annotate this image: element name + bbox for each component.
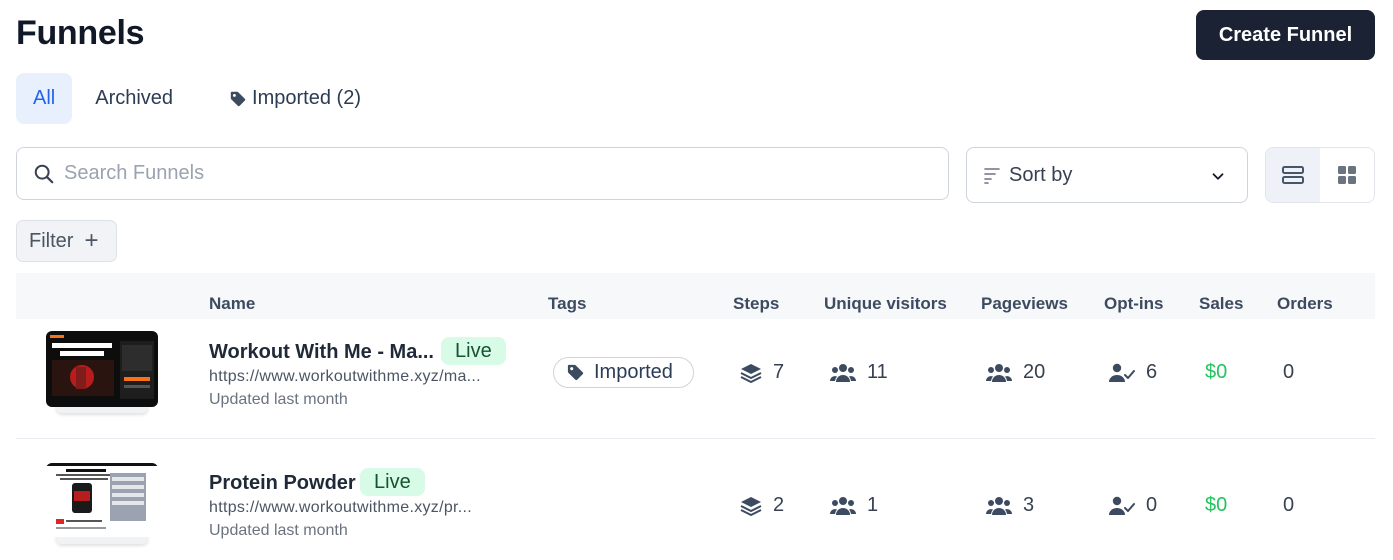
sort-icon bbox=[984, 168, 1000, 184]
orders-value: 0 bbox=[1283, 494, 1295, 516]
filter-button[interactable]: Filter + bbox=[16, 220, 117, 262]
sales-value: $0 bbox=[1205, 361, 1228, 383]
pageviews-cell: 3 bbox=[986, 494, 1034, 517]
tab-imported-label: Imported (2) bbox=[252, 87, 361, 109]
pageviews-cell: 20 bbox=[986, 361, 1045, 384]
tab-imported[interactable]: Imported (2) bbox=[229, 73, 361, 124]
opt-ins-value: 0 bbox=[1146, 494, 1158, 516]
pageviews-value: 3 bbox=[1023, 494, 1035, 516]
layers-icon bbox=[740, 496, 762, 516]
filter-label: Filter bbox=[29, 229, 74, 252]
sort-dropdown[interactable]: Sort by bbox=[966, 147, 1248, 203]
column-orders[interactable]: Orders bbox=[1277, 294, 1333, 314]
list-view-button[interactable] bbox=[1266, 148, 1320, 202]
opt-ins-cell: 6 bbox=[1109, 361, 1157, 384]
search-icon bbox=[34, 164, 54, 183]
users-icon bbox=[830, 363, 856, 382]
funnel-preview-image bbox=[46, 463, 158, 537]
column-sales[interactable]: Sales bbox=[1199, 294, 1243, 314]
funnel-tabs: All Archived Imported (2) bbox=[16, 73, 361, 124]
tag-icon bbox=[230, 91, 246, 106]
users-icon bbox=[830, 496, 856, 515]
unique-visitors-cell: 11 bbox=[830, 361, 888, 384]
grid-view-icon bbox=[1338, 166, 1356, 184]
updated-time: Updated last month bbox=[209, 391, 348, 408]
status-badge: Live bbox=[441, 337, 506, 365]
orders-value: 0 bbox=[1283, 361, 1295, 383]
tag-badge[interactable]: Imported bbox=[553, 357, 694, 388]
users-icon bbox=[986, 363, 1012, 382]
search-input[interactable] bbox=[64, 162, 924, 185]
tag-icon bbox=[567, 364, 584, 381]
tab-all[interactable]: All bbox=[16, 73, 73, 124]
column-tags[interactable]: Tags bbox=[548, 294, 586, 314]
user-check-icon bbox=[1109, 496, 1135, 515]
search-box bbox=[16, 147, 949, 200]
steps-value: 2 bbox=[773, 494, 785, 516]
tab-archived[interactable]: Archived bbox=[95, 73, 173, 124]
view-toggle bbox=[1265, 147, 1375, 203]
sales-value: $0 bbox=[1205, 494, 1228, 516]
steps-value: 7 bbox=[773, 361, 785, 383]
column-opt-ins[interactable]: Opt-ins bbox=[1104, 294, 1164, 314]
unique-visitors-cell: 1 bbox=[830, 494, 878, 517]
opt-ins-cell: 0 bbox=[1109, 494, 1157, 517]
funnel-name[interactable]: Protein Powder bbox=[209, 472, 356, 495]
users-icon bbox=[986, 496, 1012, 515]
chevron-down-icon bbox=[1212, 173, 1224, 180]
list-view-icon bbox=[1282, 166, 1304, 184]
opt-ins-value: 6 bbox=[1146, 361, 1158, 383]
create-funnel-button[interactable]: Create Funnel bbox=[1196, 10, 1375, 60]
pageviews-value: 20 bbox=[1023, 361, 1046, 383]
grid-view-button[interactable] bbox=[1320, 148, 1374, 202]
steps-cell: 7 bbox=[740, 361, 784, 384]
status-badge: Live bbox=[360, 468, 425, 496]
steps-cell: 2 bbox=[740, 494, 784, 517]
tag-label: Imported bbox=[594, 361, 673, 383]
table-row[interactable]: Workout With Me - Ma... Live https://www… bbox=[16, 319, 1375, 439]
unique-visitors-value: 1 bbox=[867, 494, 879, 516]
layers-icon bbox=[740, 363, 762, 383]
funnel-thumbnail[interactable] bbox=[46, 463, 158, 537]
table-row[interactable]: Protein Powder Live https://www.workoutw… bbox=[16, 440, 1375, 560]
funnel-thumbnail[interactable] bbox=[46, 331, 158, 407]
unique-visitors-value: 11 bbox=[867, 361, 888, 383]
table-header: Name Tags Steps Unique visitors Pageview… bbox=[16, 273, 1375, 319]
page-title: Funnels bbox=[16, 14, 145, 52]
plus-icon: + bbox=[84, 227, 99, 254]
funnel-url[interactable]: https://www.workoutwithme.xyz/pr... bbox=[209, 499, 472, 517]
funnel-preview-image bbox=[46, 331, 158, 407]
funnel-name[interactable]: Workout With Me - Ma... bbox=[209, 341, 434, 364]
updated-time: Updated last month bbox=[209, 522, 348, 539]
sort-label: Sort by bbox=[1009, 163, 1073, 186]
column-name[interactable]: Name bbox=[209, 294, 255, 314]
funnel-url[interactable]: https://www.workoutwithme.xyz/ma... bbox=[209, 368, 481, 386]
user-check-icon bbox=[1109, 363, 1135, 382]
column-pageviews[interactable]: Pageviews bbox=[981, 294, 1068, 314]
column-steps[interactable]: Steps bbox=[733, 294, 779, 314]
column-unique-visitors[interactable]: Unique visitors bbox=[824, 294, 947, 314]
